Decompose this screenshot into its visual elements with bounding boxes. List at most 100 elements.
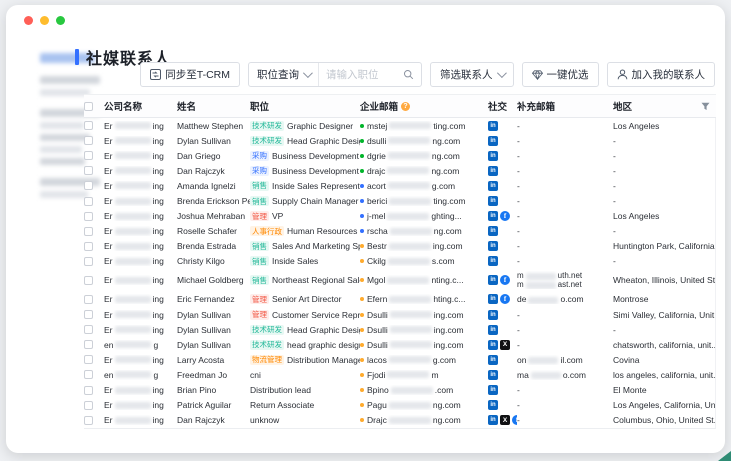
- linkedin-icon[interactable]: in: [488, 370, 498, 380]
- table-row[interactable]: EringBrenda Erickson Pe销售Supply Chain Ma…: [84, 193, 715, 208]
- contact-name: Brian Pino: [177, 385, 250, 395]
- table-row[interactable]: EringDylan Sullivan管理Customer Service Re…: [84, 307, 715, 322]
- company-cell: Ering: [104, 256, 177, 266]
- row-checkbox[interactable]: [84, 276, 93, 285]
- row-checkbox[interactable]: [84, 401, 93, 410]
- filter-funnel-icon[interactable]: [701, 102, 710, 114]
- row-checkbox[interactable]: [84, 340, 93, 349]
- linkedin-icon[interactable]: in: [488, 151, 498, 161]
- x-twitter-icon[interactable]: X: [500, 415, 510, 425]
- social-cell: in: [488, 256, 517, 266]
- table-row[interactable]: EringDan Rajczyk采购Business Development .…: [84, 163, 715, 178]
- row-checkbox[interactable]: [84, 295, 93, 304]
- facebook-icon[interactable]: f: [500, 275, 510, 285]
- linkedin-icon[interactable]: in: [488, 226, 498, 236]
- linkedin-icon[interactable]: in: [488, 121, 498, 131]
- extra-email-cell: -: [517, 226, 613, 236]
- close-window-icon[interactable]: [24, 16, 33, 25]
- search-icon[interactable]: [403, 69, 414, 80]
- linkedin-icon[interactable]: in: [488, 355, 498, 365]
- email-cell: Pagung.com: [360, 400, 488, 410]
- row-checkbox[interactable]: [84, 212, 93, 221]
- sidebar-item[interactable]: [40, 122, 84, 129]
- table-row[interactable]: engFreedman JocniFjodiminmao.comlos ange…: [84, 367, 715, 382]
- linkedin-icon[interactable]: in: [488, 340, 498, 350]
- table-row[interactable]: EringRoselle Schafer人事行政Human Resources …: [84, 224, 715, 239]
- sidebar-item[interactable]: [40, 146, 82, 153]
- table-row[interactable]: EringDan Griego采购Business Development ..…: [84, 148, 715, 163]
- linkedin-icon[interactable]: in: [488, 294, 498, 304]
- linkedin-icon[interactable]: in: [488, 415, 498, 425]
- table-row[interactable]: EringChristy Kilgo销售Inside SalesCkilgs.c…: [84, 254, 715, 269]
- company-cell: eng: [104, 340, 177, 350]
- linkedin-icon[interactable]: in: [488, 310, 498, 320]
- position-cell: 管理Senior Art Director: [250, 294, 360, 304]
- help-icon[interactable]: ?: [401, 102, 410, 111]
- row-checkbox[interactable]: [84, 151, 93, 160]
- table-row[interactable]: EringDylan Sullivan技术研发Head Graphic Desi…: [84, 133, 715, 148]
- row-checkbox[interactable]: [84, 355, 93, 364]
- row-checkbox[interactable]: [84, 386, 93, 395]
- add-to-my-contacts-button[interactable]: 加入我的联系人: [607, 62, 716, 87]
- table-row[interactable]: EringPatrick AguilarReturn AssociatePagu…: [84, 398, 715, 413]
- email-cell: Drajcng.com: [360, 415, 488, 425]
- sync-to-tcrm-button[interactable]: 同步至T-CRM: [140, 62, 240, 87]
- row-checkbox[interactable]: [84, 370, 93, 379]
- sidebar-item[interactable]: [40, 191, 88, 198]
- select-all-checkbox[interactable]: [84, 102, 93, 111]
- minimize-window-icon[interactable]: [40, 16, 49, 25]
- table-row[interactable]: EringJoshua Mehraban管理VPj-melghting...in…: [84, 209, 715, 224]
- row-checkbox-cell: [84, 257, 104, 266]
- table-row[interactable]: EringMichael Goldberg销售Northeast Regiona…: [84, 269, 715, 292]
- linkedin-icon[interactable]: in: [488, 181, 498, 191]
- linkedin-icon[interactable]: in: [488, 166, 498, 176]
- row-checkbox[interactable]: [84, 257, 93, 266]
- row-checkbox[interactable]: [84, 181, 93, 190]
- row-checkbox[interactable]: [84, 121, 93, 130]
- position-query-dropdown[interactable]: 职位查询: [249, 63, 319, 86]
- company-cell: eng: [104, 370, 177, 380]
- linkedin-icon[interactable]: in: [488, 385, 498, 395]
- chevron-down-icon: [496, 68, 506, 78]
- table-row[interactable]: EringDan RajczykunknowDrajcng.cominXf-Co…: [84, 413, 715, 428]
- row-checkbox[interactable]: [84, 325, 93, 334]
- table-row[interactable]: EringEric Fernandez管理Senior Art Director…: [84, 292, 715, 307]
- table-row[interactable]: EringBrian PinoDistribution leadBpino.co…: [84, 383, 715, 398]
- table-row[interactable]: EringAmanda Ignelzi销售Inside Sales Repres…: [84, 178, 715, 193]
- linkedin-icon[interactable]: in: [488, 241, 498, 251]
- row-checkbox[interactable]: [84, 227, 93, 236]
- row-checkbox[interactable]: [84, 416, 93, 425]
- maximize-window-icon[interactable]: [56, 16, 65, 25]
- filter-contacts-dropdown[interactable]: 筛选联系人: [430, 62, 514, 87]
- linkedin-icon[interactable]: in: [488, 256, 498, 266]
- sidebar-item[interactable]: [40, 89, 90, 96]
- position-cell: cni: [250, 370, 360, 380]
- table-row[interactable]: engDylan Sullivan技术研发head graphic design…: [84, 337, 715, 352]
- table-row[interactable]: EringDylan Sullivan技术研发Head Graphic Desi…: [84, 322, 715, 337]
- position-category-tag: 采购: [250, 166, 269, 176]
- linkedin-icon[interactable]: in: [488, 400, 498, 410]
- x-twitter-icon[interactable]: X: [500, 340, 510, 350]
- social-cell: inf: [488, 211, 517, 221]
- linkedin-icon[interactable]: in: [488, 275, 498, 285]
- sidebar-item[interactable]: [40, 76, 100, 84]
- one-click-optimize-button[interactable]: 一键优选: [522, 62, 599, 87]
- sidebar-item[interactable]: [40, 134, 90, 141]
- linkedin-icon[interactable]: in: [488, 136, 498, 146]
- extra-email-cell: -: [517, 400, 613, 410]
- row-checkbox[interactable]: [84, 166, 93, 175]
- table-row[interactable]: EringMatthew Stephen技术研发Graphic Designer…: [84, 118, 715, 133]
- facebook-icon[interactable]: f: [500, 211, 510, 221]
- linkedin-icon[interactable]: in: [488, 196, 498, 206]
- row-checkbox[interactable]: [84, 310, 93, 319]
- row-checkbox[interactable]: [84, 136, 93, 145]
- table-row[interactable]: EringBrenda Estrada销售Sales And Marketing…: [84, 239, 715, 254]
- position-search-input[interactable]: [326, 69, 398, 81]
- linkedin-icon[interactable]: in: [488, 211, 498, 221]
- sidebar-item[interactable]: [40, 158, 85, 165]
- row-checkbox[interactable]: [84, 242, 93, 251]
- row-checkbox[interactable]: [84, 197, 93, 206]
- linkedin-icon[interactable]: in: [488, 325, 498, 335]
- facebook-icon[interactable]: f: [500, 294, 510, 304]
- table-row[interactable]: EringLarry Acosta物流管理Distribution Manage…: [84, 352, 715, 367]
